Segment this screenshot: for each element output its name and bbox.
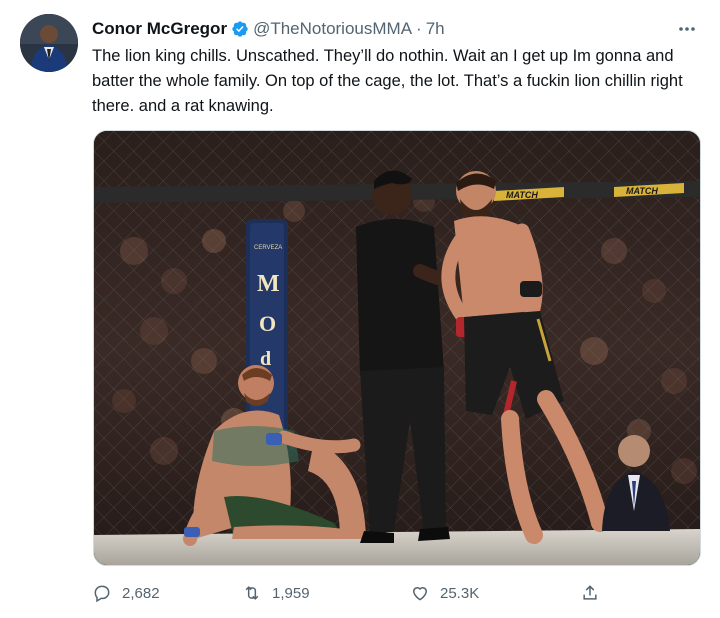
- share-icon: [583, 585, 597, 600]
- tweet: Conor McGregor @TheNotoriousMMA · 7h The…: [0, 0, 720, 618]
- like-button[interactable]: 25.3K: [410, 580, 479, 606]
- tweet-text: The lion king chills. Unscathed. They’ll…: [92, 47, 683, 115]
- more-horizontal-icon: [679, 27, 695, 31]
- heart-icon: [412, 587, 428, 601]
- verified-badge-icon: [232, 21, 248, 37]
- handle[interactable]: @TheNotoriousMMA: [253, 19, 412, 39]
- timestamp[interactable]: 7h: [426, 19, 445, 39]
- post-letter-1: M: [257, 271, 280, 297]
- post-small-label: CERVEZA: [254, 245, 282, 251]
- tweet-media[interactable]: MATCH MATCH CERVEZA M O d: [93, 130, 701, 566]
- avatar-image: [20, 14, 78, 72]
- tweet-header: Conor McGregor @TheNotoriousMMA · 7h: [92, 18, 700, 40]
- separator: ·: [416, 19, 422, 38]
- retweet-button[interactable]: 1,959: [242, 580, 310, 606]
- fight-photo: MATCH MATCH CERVEZA M O d: [94, 131, 700, 565]
- reply-icon: [94, 585, 110, 603]
- cage-banner-right-text: MATCH: [626, 186, 658, 196]
- reply-button[interactable]: 2,682: [92, 580, 160, 606]
- reply-count: 2,682: [122, 584, 160, 602]
- retweet-icon: [245, 586, 259, 600]
- post-letter-2: O: [259, 311, 276, 336]
- action-bar: 2,682 1,959 25.3K: [92, 580, 612, 606]
- cage-banner-left-text: MATCH: [506, 190, 538, 200]
- share-button[interactable]: [580, 580, 610, 606]
- more-button[interactable]: [674, 18, 700, 40]
- avatar[interactable]: [20, 14, 78, 72]
- retweet-count: 1,959: [272, 584, 310, 602]
- display-name[interactable]: Conor McGregor: [92, 19, 227, 39]
- like-count: 25.3K: [440, 584, 480, 602]
